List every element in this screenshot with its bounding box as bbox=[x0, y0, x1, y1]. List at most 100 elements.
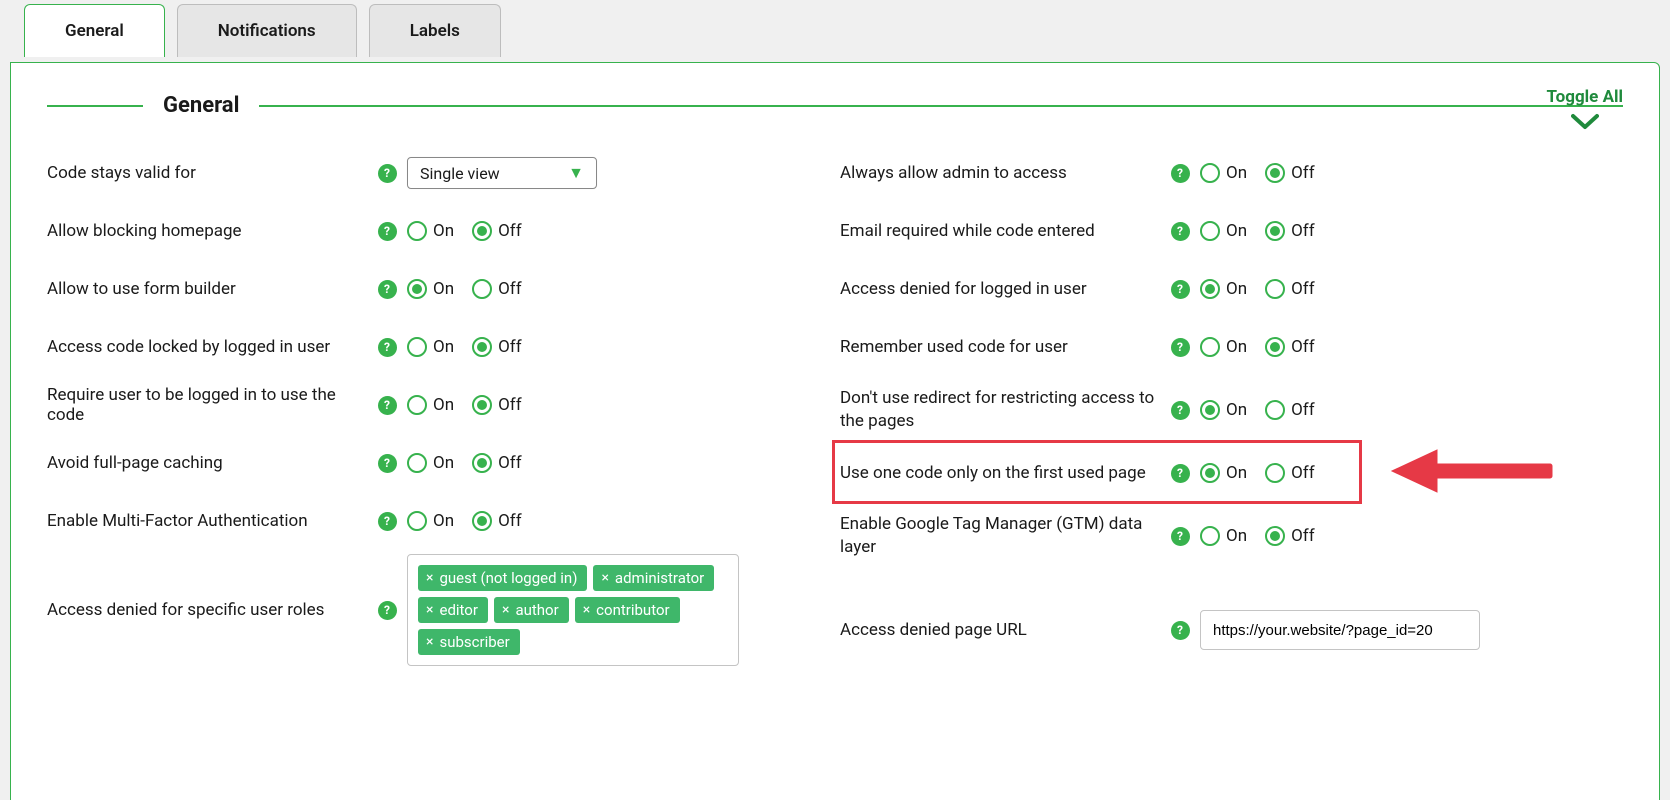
setting-label: Avoid full-page caching bbox=[47, 453, 367, 473]
help-cell: ? bbox=[367, 280, 407, 299]
radio-on[interactable] bbox=[407, 395, 427, 415]
setting-control: × guest (not logged in) × administrator ×edi… bbox=[407, 554, 830, 666]
setting-label: Require user to be logged in to use the … bbox=[47, 379, 367, 431]
setting-row: Remember used code for user?OnOff bbox=[840, 318, 1623, 376]
setting-control: OnOff bbox=[1200, 526, 1623, 546]
radio-on[interactable] bbox=[407, 337, 427, 357]
toggle-all-button[interactable]: Toggle All bbox=[1547, 87, 1623, 136]
role-chip[interactable]: × administrator bbox=[593, 565, 714, 591]
help-cell: ? bbox=[367, 338, 407, 357]
radio-on[interactable] bbox=[1200, 463, 1220, 483]
help-icon[interactable]: ? bbox=[378, 280, 397, 299]
toggle-all-label: Toggle All bbox=[1547, 87, 1623, 107]
help-icon[interactable]: ? bbox=[378, 512, 397, 531]
role-chip[interactable]: ×editor bbox=[418, 597, 488, 623]
setting-control: OnOff bbox=[1200, 337, 1623, 357]
help-icon[interactable]: ? bbox=[1171, 401, 1190, 420]
setting-control: Single view▼ bbox=[407, 157, 830, 189]
radio-label: Off bbox=[1291, 163, 1315, 183]
close-icon[interactable]: × bbox=[426, 634, 433, 650]
help-icon[interactable]: ? bbox=[1171, 280, 1190, 299]
divider-left bbox=[47, 105, 143, 107]
help-icon[interactable]: ? bbox=[1171, 164, 1190, 183]
radio-on[interactable] bbox=[1200, 526, 1220, 546]
radio-on[interactable] bbox=[1200, 337, 1220, 357]
help-icon[interactable]: ? bbox=[1171, 464, 1190, 483]
setting-control: OnOff bbox=[1200, 463, 1623, 483]
radio-off[interactable] bbox=[472, 395, 492, 415]
setting-control: OnOff bbox=[407, 337, 830, 357]
tab-general[interactable]: General bbox=[24, 4, 165, 57]
radio-off[interactable] bbox=[1265, 337, 1285, 357]
setting-control: OnOff bbox=[1200, 400, 1623, 420]
close-icon[interactable]: × bbox=[426, 602, 433, 618]
radio-on[interactable] bbox=[1200, 279, 1220, 299]
help-icon[interactable]: ? bbox=[378, 338, 397, 357]
radio-off[interactable] bbox=[472, 511, 492, 531]
radio-off[interactable] bbox=[472, 453, 492, 473]
chip-label: administrator bbox=[615, 569, 704, 587]
radio-on[interactable] bbox=[407, 453, 427, 473]
code-valid-select[interactable]: Single view▼ bbox=[407, 157, 597, 189]
close-icon[interactable]: × bbox=[583, 602, 590, 618]
radio-label: Off bbox=[1291, 221, 1315, 241]
panel-general: Toggle All General Code stays valid for?… bbox=[10, 62, 1660, 800]
tab-notifications[interactable]: Notifications bbox=[177, 4, 357, 57]
help-icon[interactable]: ? bbox=[378, 601, 397, 620]
close-icon[interactable]: × bbox=[502, 602, 509, 618]
role-chip[interactable]: × guest (not logged in) bbox=[418, 565, 587, 591]
radio-on[interactable] bbox=[1200, 400, 1220, 420]
help-cell: ? bbox=[367, 454, 407, 473]
radio-off[interactable] bbox=[1265, 221, 1285, 241]
setting-label: Allow blocking homepage bbox=[47, 221, 367, 241]
help-icon[interactable]: ? bbox=[1171, 222, 1190, 241]
radio-label: On bbox=[433, 511, 454, 531]
radio-on[interactable] bbox=[1200, 163, 1220, 183]
role-chip[interactable]: ×author bbox=[494, 597, 569, 623]
setting-row: Allow blocking homepage?OnOff bbox=[47, 202, 830, 260]
setting-control: OnOff bbox=[1200, 279, 1623, 299]
setting-row: Access denied for logged in user?OnOff bbox=[840, 260, 1623, 318]
radio-off[interactable] bbox=[1265, 463, 1285, 483]
setting-label: Enable Google Tag Manager (GTM) data lay… bbox=[840, 507, 1160, 565]
help-icon[interactable]: ? bbox=[378, 396, 397, 415]
section-title: General bbox=[143, 93, 259, 118]
help-icon[interactable]: ? bbox=[1171, 621, 1190, 640]
radio-off[interactable] bbox=[1265, 163, 1285, 183]
role-chip[interactable]: ×subscriber bbox=[418, 629, 520, 655]
setting-control: OnOff bbox=[407, 511, 830, 531]
help-icon[interactable]: ? bbox=[378, 454, 397, 473]
radio-off[interactable] bbox=[1265, 400, 1285, 420]
roles-chipbox[interactable]: × guest (not logged in) × administrator ×edi… bbox=[407, 554, 739, 666]
close-icon[interactable]: × bbox=[426, 570, 433, 586]
radio-on[interactable] bbox=[407, 221, 427, 241]
setting-row: Code stays valid for?Single view▼ bbox=[47, 144, 830, 202]
close-icon[interactable]: × bbox=[601, 570, 608, 586]
radio-on[interactable] bbox=[1200, 221, 1220, 241]
radio-on[interactable] bbox=[407, 511, 427, 531]
radio-off[interactable] bbox=[1265, 279, 1285, 299]
setting-row: Use one code only on the first used page… bbox=[840, 444, 1623, 502]
role-chip[interactable]: ×contributor bbox=[575, 597, 680, 623]
chip-label: guest (not logged in) bbox=[439, 569, 577, 587]
setting-row: Always allow admin to access?OnOff bbox=[840, 144, 1623, 202]
help-cell: ? bbox=[1160, 401, 1200, 420]
setting-control: OnOff bbox=[407, 395, 830, 415]
tab-labels[interactable]: Labels bbox=[369, 4, 501, 57]
radio-on[interactable] bbox=[407, 279, 427, 299]
radio-label: Off bbox=[498, 221, 522, 241]
help-icon[interactable]: ? bbox=[1171, 338, 1190, 357]
radio-off[interactable] bbox=[472, 221, 492, 241]
help-icon[interactable]: ? bbox=[1171, 527, 1190, 546]
radio-label: On bbox=[433, 395, 454, 415]
setting-row: Avoid full-page caching?OnOff bbox=[47, 434, 830, 492]
access-denied-url-input[interactable] bbox=[1200, 610, 1480, 650]
help-cell: ? bbox=[1160, 338, 1200, 357]
help-cell: ? bbox=[1160, 222, 1200, 241]
radio-off[interactable] bbox=[1265, 526, 1285, 546]
radio-off[interactable] bbox=[472, 337, 492, 357]
help-icon[interactable]: ? bbox=[378, 164, 397, 183]
radio-off[interactable] bbox=[472, 279, 492, 299]
setting-row: Access denied page URL? bbox=[840, 570, 1623, 690]
help-icon[interactable]: ? bbox=[378, 222, 397, 241]
